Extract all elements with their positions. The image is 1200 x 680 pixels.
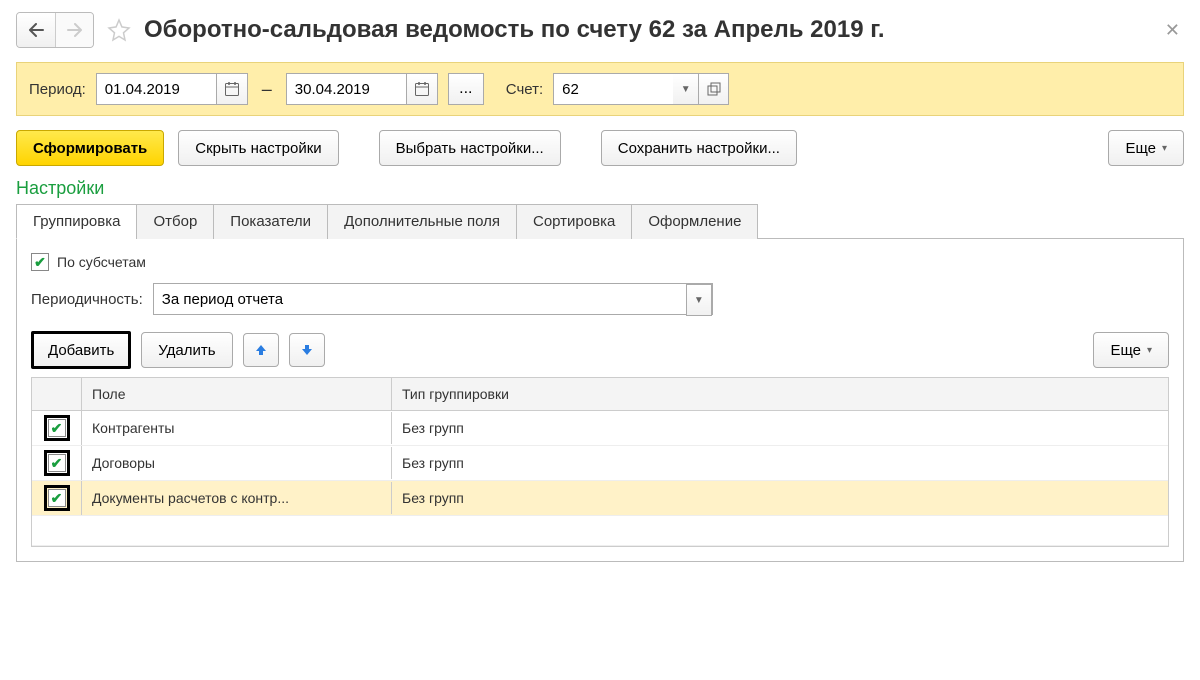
arrow-left-icon xyxy=(28,23,44,37)
forward-button[interactable] xyxy=(55,13,93,47)
calendar-icon xyxy=(414,81,430,97)
toolbar-more-label: Еще xyxy=(1110,342,1141,359)
calendar-icon xyxy=(224,81,240,97)
by-subaccounts-checkbox[interactable] xyxy=(31,253,49,271)
chevron-down-icon: ▾ xyxy=(1147,345,1152,356)
date-from-group xyxy=(96,73,248,105)
row-type: Без групп xyxy=(392,412,1168,444)
tab-appearance[interactable]: Оформление xyxy=(631,204,758,239)
period-label: Период: xyxy=(29,81,86,98)
settings-tabs: Группировка Отбор Показатели Дополнитель… xyxy=(16,203,1184,239)
back-button[interactable] xyxy=(17,13,55,47)
tab-grouping[interactable]: Группировка xyxy=(16,204,137,239)
periodicity-row: Периодичность: ▼ xyxy=(31,283,1169,315)
move-down-button[interactable] xyxy=(289,333,325,367)
hide-settings-label: Скрыть настройки xyxy=(195,140,321,157)
account-label: Счет: xyxy=(506,81,543,98)
periodicity-label: Периодичность: xyxy=(31,291,143,308)
account-dropdown-button[interactable]: ▼ xyxy=(673,73,699,105)
choose-settings-label: Выбрать настройки... xyxy=(396,140,544,157)
nav-buttons xyxy=(16,12,94,48)
date-to-input[interactable] xyxy=(286,73,406,105)
save-settings-button[interactable]: Сохранить настройки... xyxy=(601,130,797,166)
table-row[interactable]: Договоры Без групп xyxy=(32,446,1168,481)
arrow-down-icon xyxy=(300,343,314,357)
date-from-input[interactable] xyxy=(96,73,216,105)
page-title: Оборотно-сальдовая ведомость по счету 62… xyxy=(144,16,884,44)
tab-filter[interactable]: Отбор xyxy=(136,204,214,239)
more-button-label: Еще xyxy=(1125,140,1156,157)
date-to-calendar-button[interactable] xyxy=(406,73,438,105)
more-button[interactable]: Еще ▾ xyxy=(1108,130,1184,166)
tab-body-grouping: По субсчетам Периодичность: ▼ Добавить У… xyxy=(16,239,1184,562)
row-type: Без групп xyxy=(392,447,1168,479)
header-checkbox-col xyxy=(32,378,82,410)
table-blank-row xyxy=(32,516,1168,546)
close-icon[interactable]: ✕ xyxy=(1161,16,1184,45)
account-group: ▼ xyxy=(553,73,729,105)
hide-settings-button[interactable]: Скрыть настройки xyxy=(178,130,338,166)
row-checkbox[interactable] xyxy=(48,489,66,507)
tab-extra-fields[interactable]: Дополнительные поля xyxy=(327,204,517,239)
delete-button-label: Удалить xyxy=(158,342,215,359)
move-up-button[interactable] xyxy=(243,333,279,367)
arrow-up-icon xyxy=(254,343,268,357)
account-input[interactable] xyxy=(553,73,673,105)
period-separator: – xyxy=(258,79,276,100)
delete-button[interactable]: Удалить xyxy=(141,332,232,368)
row-field: Договоры xyxy=(82,447,392,479)
chevron-down-icon: ▾ xyxy=(1162,143,1167,154)
save-settings-label: Сохранить настройки... xyxy=(618,140,780,157)
run-button[interactable]: Сформировать xyxy=(16,130,164,166)
table-row[interactable]: Контрагенты Без групп xyxy=(32,411,1168,446)
settings-heading: Настройки xyxy=(16,178,1184,199)
row-checkbox[interactable] xyxy=(48,454,66,472)
header-field: Поле xyxy=(82,378,392,410)
grouping-table: Поле Тип группировки Контрагенты Без гру… xyxy=(31,377,1169,547)
grouping-toolbar: Добавить Удалить Еще ▾ xyxy=(31,331,1169,369)
tab-indicators[interactable]: Показатели xyxy=(213,204,328,239)
table-header: Поле Тип группировки xyxy=(32,378,1168,411)
period-picker-button[interactable]: ... xyxy=(448,73,484,105)
date-from-calendar-button[interactable] xyxy=(216,73,248,105)
header-type: Тип группировки xyxy=(392,378,1168,410)
row-field: Контрагенты xyxy=(82,412,392,444)
row-field: Документы расчетов с контр... xyxy=(82,482,392,514)
row-type: Без групп xyxy=(392,482,1168,514)
date-to-group xyxy=(286,73,438,105)
periodicity-input[interactable] xyxy=(154,284,686,314)
period-bar: Период: – ... Счет: ▼ xyxy=(16,62,1184,116)
run-button-label: Сформировать xyxy=(33,140,147,157)
row-checkbox[interactable] xyxy=(48,419,66,437)
table-row[interactable]: Документы расчетов с контр... Без групп xyxy=(32,481,1168,516)
by-subaccounts-label: По субсчетам xyxy=(57,254,146,270)
toolbar-more-button[interactable]: Еще ▾ xyxy=(1093,332,1169,368)
account-open-button[interactable] xyxy=(699,73,729,105)
periodicity-dropdown-button[interactable]: ▼ xyxy=(686,284,712,316)
open-external-icon xyxy=(707,82,721,96)
choose-settings-button[interactable]: Выбрать настройки... xyxy=(379,130,561,166)
tab-sorting[interactable]: Сортировка xyxy=(516,204,632,239)
add-button[interactable]: Добавить xyxy=(31,331,131,369)
by-subaccounts-row: По субсчетам xyxy=(31,253,1169,271)
add-button-label: Добавить xyxy=(48,342,114,359)
favorite-star-icon[interactable] xyxy=(104,15,134,45)
arrow-right-icon xyxy=(67,23,83,37)
action-row: Сформировать Скрыть настройки Выбрать на… xyxy=(16,130,1184,166)
periodicity-select[interactable]: ▼ xyxy=(153,283,713,315)
